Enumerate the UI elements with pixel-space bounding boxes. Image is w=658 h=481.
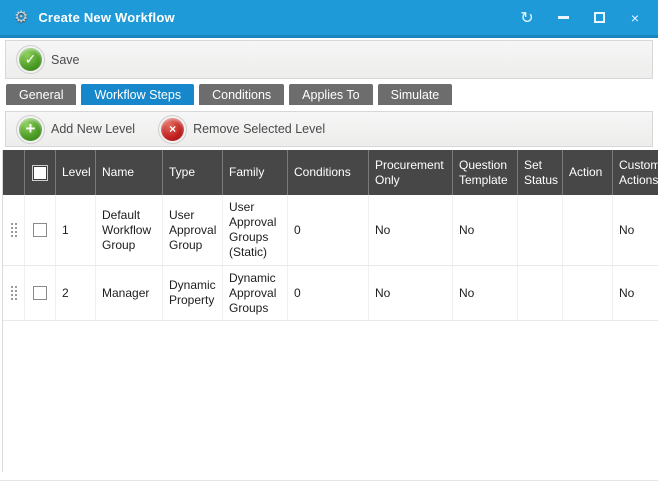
cell-family: Dynamic Approval Groups — [223, 266, 288, 320]
cell-family: User Approval Groups (Static) — [223, 195, 288, 265]
header-name: Name — [96, 150, 163, 195]
refresh-icon[interactable]: ↻ — [516, 7, 538, 29]
cell-conditions: 0 — [288, 266, 369, 320]
header-set-status: Set Status — [518, 150, 563, 195]
titlebar: ⚙ Create New Workflow ↻ × — [0, 0, 658, 38]
header-custom-actions: Custom Actions — [613, 150, 658, 195]
row-drag-cell[interactable] — [3, 266, 25, 320]
window-title: Create New Workflow — [38, 10, 516, 25]
minimize-icon — [558, 16, 569, 19]
remove-x-icon: × — [161, 118, 184, 141]
cell-custom-actions: No — [613, 266, 658, 320]
cell-question-template: No — [453, 266, 518, 320]
cell-set-status — [518, 266, 563, 320]
header-conditions: Conditions — [288, 150, 369, 195]
workflow-gear-icon: ⚙ — [14, 10, 28, 26]
tab-conditions[interactable]: Conditions — [199, 84, 284, 105]
cell-level: 2 — [56, 266, 96, 320]
cell-name: Manager — [96, 266, 163, 320]
window-controls: ↻ × — [516, 7, 646, 29]
table-row[interactable]: 2 Manager Dynamic Property Dynamic Appro… — [3, 266, 658, 321]
maximize-button[interactable] — [588, 7, 610, 29]
cell-set-status — [518, 195, 563, 265]
drag-handle-icon[interactable] — [10, 222, 18, 238]
cell-name: Default Workflow Group — [96, 195, 163, 265]
cell-action — [563, 266, 613, 320]
table-header-row: Level Name Type Family Conditions Procur… — [3, 150, 658, 195]
tab-bar: General Workflow Steps Conditions Applie… — [0, 84, 658, 105]
cell-procurement-only: No — [369, 266, 453, 320]
close-button[interactable]: × — [624, 7, 646, 29]
remove-selected-level-label: Remove Selected Level — [193, 122, 325, 136]
cell-type: User Approval Group — [163, 195, 223, 265]
header-family: Family — [223, 150, 288, 195]
save-button[interactable]: ✓ Save — [19, 48, 106, 71]
table-empty-area — [3, 321, 658, 472]
row-checkbox-cell[interactable] — [25, 195, 56, 265]
header-level: Level — [56, 150, 96, 195]
header-procurement-only: Procurement Only — [369, 150, 453, 195]
header-action: Action — [563, 150, 613, 195]
save-toolbar: ✓ Save — [5, 40, 653, 79]
row-drag-cell[interactable] — [3, 195, 25, 265]
header-drag-column — [3, 150, 25, 195]
header-type: Type — [163, 150, 223, 195]
row-checkbox-cell[interactable] — [25, 266, 56, 320]
save-button-label: Save — [51, 53, 80, 67]
cell-question-template: No — [453, 195, 518, 265]
save-check-icon: ✓ — [19, 48, 42, 71]
table-row[interactable]: 1 Default Workflow Group User Approval G… — [3, 195, 658, 266]
minimize-button[interactable] — [552, 7, 574, 29]
maximize-icon — [594, 12, 605, 23]
tab-applies-to[interactable]: Applies To — [289, 84, 372, 105]
cell-action — [563, 195, 613, 265]
tab-workflow-steps[interactable]: Workflow Steps — [81, 84, 194, 105]
add-new-level-button[interactable]: + Add New Level — [19, 118, 161, 141]
tab-general[interactable]: General — [6, 84, 76, 105]
workflow-steps-table: Level Name Type Family Conditions Procur… — [2, 150, 658, 472]
header-question-template: Question Template — [453, 150, 518, 195]
level-toolbar: + Add New Level × Remove Selected Level — [5, 111, 653, 147]
drag-handle-icon[interactable] — [10, 285, 18, 301]
row-checkbox[interactable] — [33, 286, 47, 300]
create-new-workflow-dialog: ⚙ Create New Workflow ↻ × ✓ Save General… — [0, 0, 658, 481]
remove-selected-level-button[interactable]: × Remove Selected Level — [161, 118, 351, 141]
tab-simulate[interactable]: Simulate — [378, 84, 453, 105]
cell-conditions: 0 — [288, 195, 369, 265]
add-plus-icon: + — [19, 118, 42, 141]
select-all-checkbox[interactable] — [33, 166, 47, 180]
cell-custom-actions: No — [613, 195, 658, 265]
add-new-level-label: Add New Level — [51, 122, 135, 136]
cell-procurement-only: No — [369, 195, 453, 265]
cell-type: Dynamic Property — [163, 266, 223, 320]
header-select-all[interactable] — [25, 150, 56, 195]
cell-level: 1 — [56, 195, 96, 265]
row-checkbox[interactable] — [33, 223, 47, 237]
